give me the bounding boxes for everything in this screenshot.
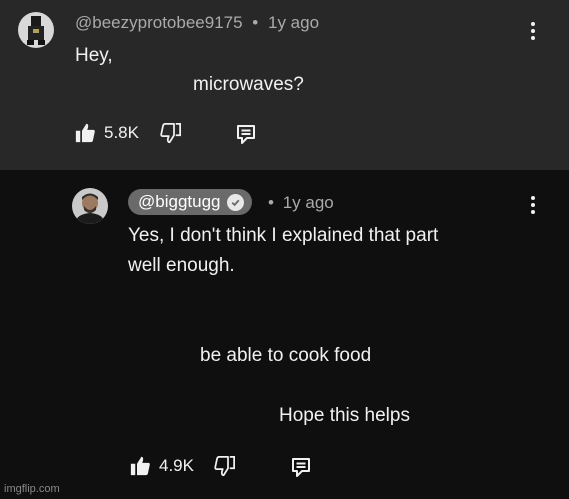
thumbs-up-icon xyxy=(75,123,95,143)
replier-avatar[interactable] xyxy=(72,188,108,224)
reply-timestamp[interactable]: 1y ago xyxy=(283,193,334,212)
comment-timestamp[interactable]: 1y ago xyxy=(268,13,319,32)
reply-meta: • 1y ago xyxy=(268,193,334,213)
reply-like-button[interactable]: 4.9K xyxy=(130,455,194,476)
reply-like-count: 4.9K xyxy=(159,455,194,475)
reply-username: @biggtugg xyxy=(138,192,221,211)
reply-card: @biggtugg • 1y ago Yes, I don't think I … xyxy=(0,170,569,499)
reply-line-4: Hope this helps xyxy=(279,405,410,426)
verified-check-icon xyxy=(226,193,244,211)
comment-meta: @beezyprotobee9175 • 1y ago xyxy=(75,13,319,33)
comment-line-2: microwaves? xyxy=(193,74,304,95)
reply-comment-icon[interactable] xyxy=(291,457,311,478)
meta-separator: • xyxy=(268,193,274,212)
commenter-avatar[interactable] xyxy=(18,12,54,48)
reply-line-1: Yes, I don't think I explained that part xyxy=(128,225,439,246)
thumbs-down-icon[interactable] xyxy=(160,123,181,144)
imgflip-watermark: imgflip.com xyxy=(4,483,60,495)
comment-like-button[interactable]: 5.8K xyxy=(75,122,139,143)
creator-username-chip[interactable]: @biggtugg xyxy=(128,189,252,215)
thumbs-down-icon[interactable] xyxy=(214,456,235,477)
thumbs-up-icon xyxy=(130,456,150,476)
comment-card: @beezyprotobee9175 • 1y ago Hey, microwa… xyxy=(0,0,569,170)
reply-comment-icon[interactable] xyxy=(236,124,256,145)
reply-line-3: be able to cook food xyxy=(200,345,372,366)
comment-like-count: 5.8K xyxy=(104,122,139,142)
meta-separator: • xyxy=(252,13,259,32)
reply-more-options-icon[interactable] xyxy=(530,196,536,218)
comment-more-options-icon[interactable] xyxy=(530,22,536,44)
reply-line-2: well enough. xyxy=(128,255,235,276)
comment-username[interactable]: @beezyprotobee9175 xyxy=(75,13,243,32)
comment-line-1: Hey, xyxy=(75,45,113,66)
